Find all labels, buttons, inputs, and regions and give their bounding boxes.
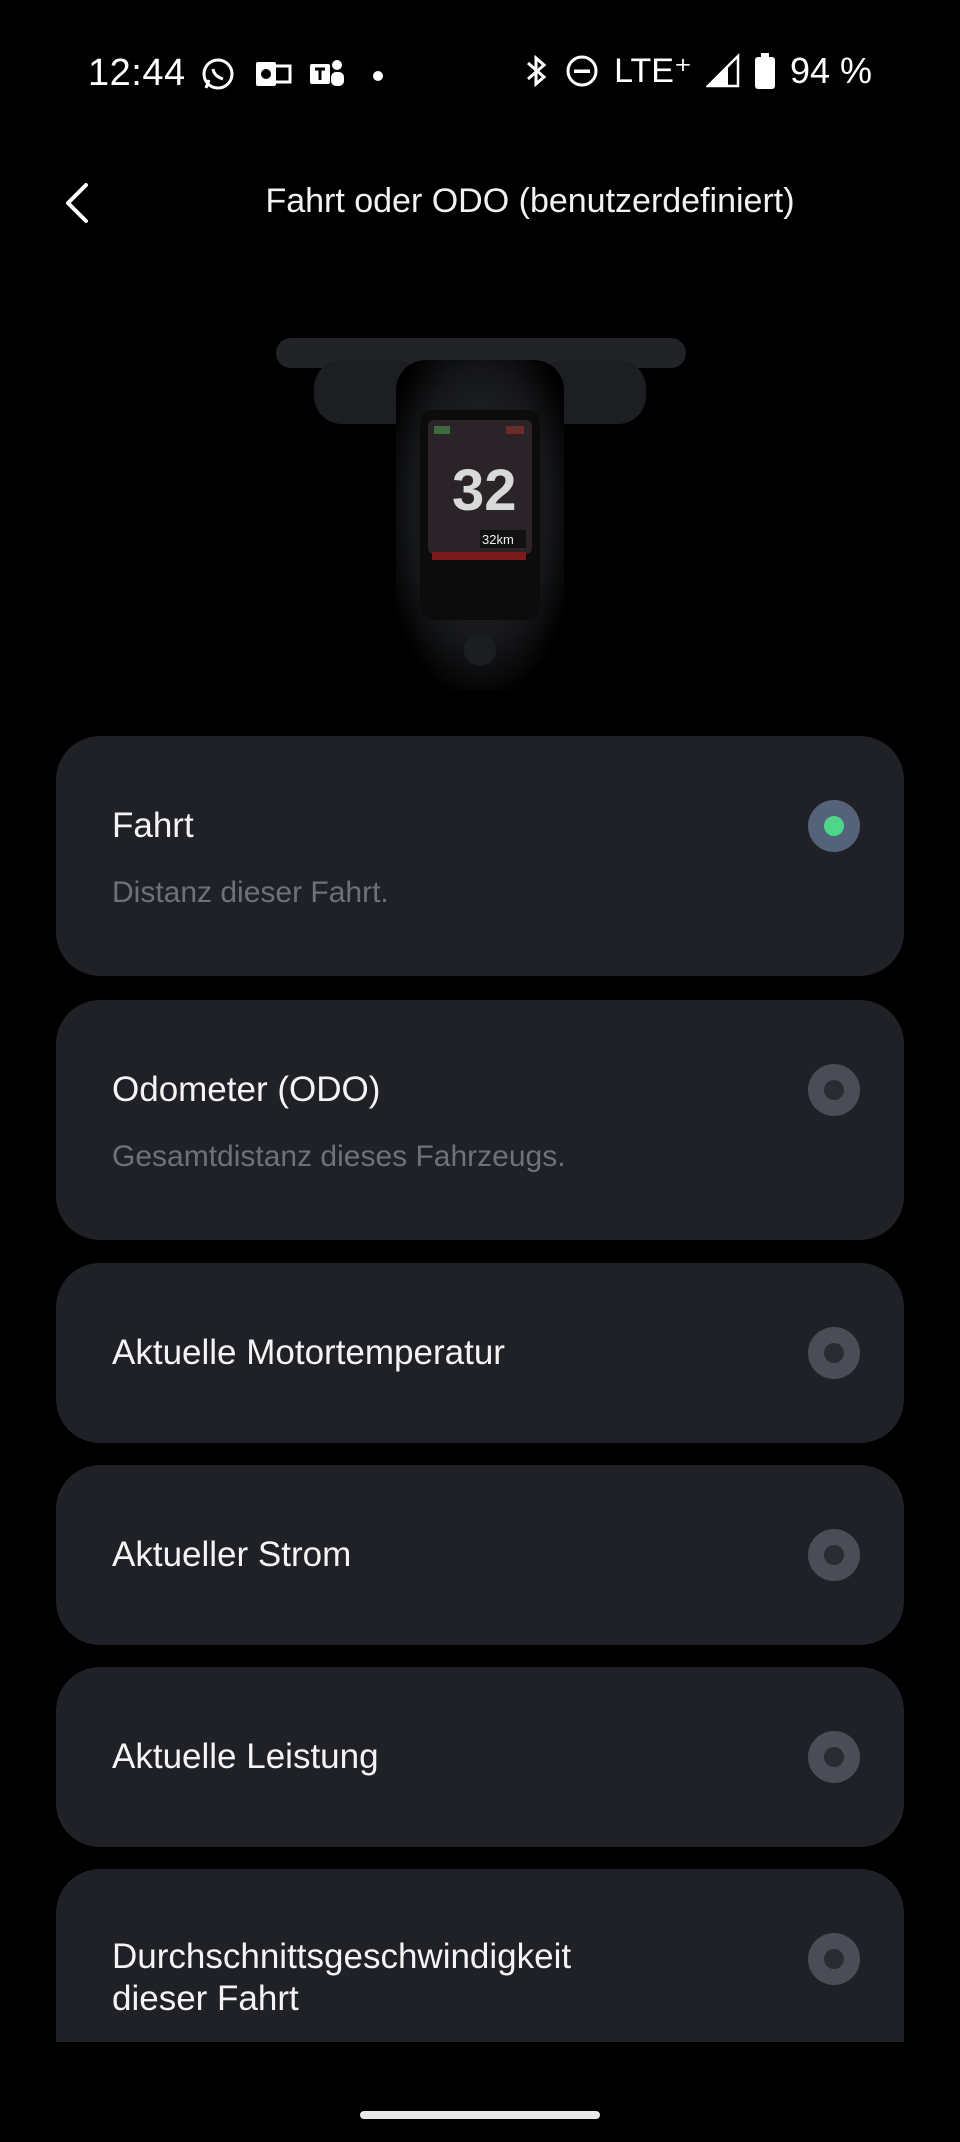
battery-percent: 94 % [789, 50, 872, 91]
radio-button[interactable] [808, 1933, 860, 1985]
display-distance: 32km [482, 532, 514, 547]
radio-button[interactable] [808, 1731, 860, 1783]
whatsapp-icon [200, 56, 236, 92]
network-label: LTE⁺ [614, 52, 692, 90]
option-title: Aktuelle Leistung [112, 1737, 379, 1776]
option-title-line1: Durchschnittsgeschwindigkeit [112, 1937, 572, 1976]
option-subtitle: Distanz dieser Fahrt. [112, 876, 389, 909]
home-indicator[interactable] [360, 2111, 600, 2119]
battery-icon [754, 52, 776, 90]
notification-dot-icon [368, 56, 404, 92]
bluetooth-icon [524, 53, 550, 89]
option-card-motortemperatur[interactable]: Aktuelle Motortemperatur [56, 1263, 904, 1443]
option-title: Aktuelle Motortemperatur [112, 1333, 505, 1372]
status-right: LTE⁺ 94 % [524, 50, 872, 92]
app-header: Fahrt oder ODO (benutzerdefiniert) [0, 160, 960, 250]
do-not-disturb-icon [564, 53, 600, 89]
signal-icon [705, 53, 740, 89]
option-card-durchschnittsgeschwindigkeit[interactable]: Durchschnittsgeschwindigkeit dieser Fahr… [56, 1869, 904, 2042]
scooter-display-image: 32 32km [270, 280, 690, 700]
radio-button[interactable] [808, 1064, 860, 1116]
option-card-strom[interactable]: Aktueller Strom [56, 1465, 904, 1645]
option-title: Odometer (ODO) [112, 1070, 381, 1109]
back-button[interactable] [52, 180, 102, 230]
display-speed: 32 [452, 458, 517, 523]
option-title-line2: dieser Fahrt [112, 1979, 299, 2018]
radio-button[interactable] [808, 1327, 860, 1379]
option-card-odometer[interactable]: Odometer (ODO) Gesamtdistanz dieses Fahr… [56, 1000, 904, 1240]
page-title: Fahrt oder ODO (benutzerdefiniert) [265, 182, 795, 220]
option-title: Aktueller Strom [112, 1535, 352, 1574]
teams-icon [308, 56, 344, 92]
option-subtitle: Gesamtdistanz dieses Fahrzeugs. [112, 1140, 566, 1173]
radio-button-selected[interactable] [808, 800, 860, 852]
status-bar: 12:44 LTE⁺ 94 % [0, 0, 960, 150]
status-time: 12:44 [88, 52, 186, 94]
option-title: Fahrt [112, 806, 194, 845]
chevron-left-icon [62, 181, 92, 230]
outlook-icon [254, 56, 292, 92]
option-card-leistung[interactable]: Aktuelle Leistung [56, 1667, 904, 1847]
radio-button[interactable] [808, 1529, 860, 1581]
option-card-fahrt[interactable]: Fahrt Distanz dieser Fahrt. [56, 736, 904, 976]
